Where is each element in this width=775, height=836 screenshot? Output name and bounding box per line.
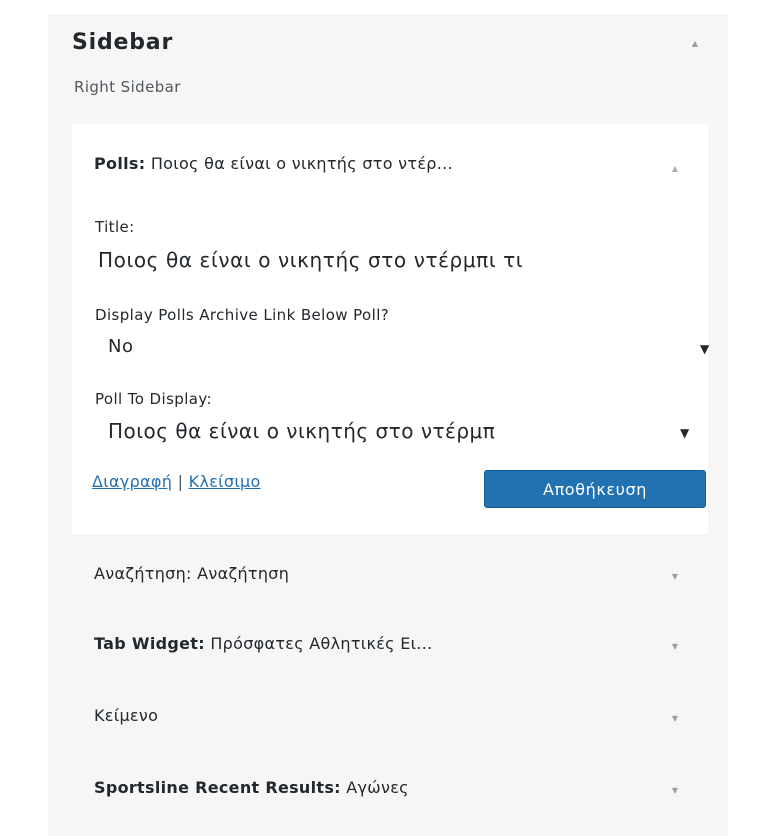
- widget-tab-name: Tab Widget:: [94, 634, 205, 653]
- widget-search-subtitle: Αναζήτηση: [197, 564, 290, 583]
- widget-polls: Polls: Ποιος θα είναι ο νικητής στο ντέρ…: [72, 124, 709, 534]
- widget-text[interactable]: Κείμενο ▼: [72, 686, 708, 744]
- dropdown-arrow-icon[interactable]: ▼: [680, 426, 689, 440]
- sidebar-title[interactable]: Sidebar: [72, 30, 173, 55]
- widget-polls-header[interactable]: Polls: Ποιος θα είναι ο νικητής στο ντέρ…: [94, 154, 453, 173]
- dropdown-arrow-icon[interactable]: ▼: [700, 342, 709, 356]
- widget-search-name: Αναζήτηση:: [94, 564, 192, 583]
- caret-up-icon[interactable]: ▲: [672, 164, 678, 173]
- widget-sportsline[interactable]: Sportsline Recent Results: Αγώνες ▼: [72, 758, 708, 816]
- widget-text-name: Κείμενο: [94, 706, 159, 725]
- caret-down-icon[interactable]: ▼: [672, 642, 678, 651]
- close-link[interactable]: Κλείσιμο: [189, 472, 261, 491]
- widget-tab-subtitle: Πρόσφατες Αθλητικές Ει...: [210, 634, 433, 653]
- widget-search[interactable]: Αναζήτηση: Αναζήτηση ▼: [72, 544, 708, 602]
- widget-sportsline-subtitle: Αγώνες: [346, 778, 409, 797]
- widget-actions: Διαγραφή | Κλείσιμο: [92, 472, 261, 491]
- widget-tab[interactable]: Tab Widget: Πρόσφατες Αθλητικές Ει... ▼: [72, 614, 708, 672]
- widget-sportsline-name: Sportsline Recent Results:: [94, 778, 341, 797]
- title-input[interactable]: Ποιος θα είναι ο νικητής στο ντέρμπι τι: [98, 248, 698, 272]
- page: Sidebar ▲ Right Sidebar Polls: Ποιος θα …: [0, 0, 775, 836]
- widget-polls-subtitle: Ποιος θα είναι ο νικητής στο ντέρ...: [150, 154, 453, 173]
- save-button[interactable]: Αποθήκευση: [484, 470, 706, 508]
- caret-down-icon[interactable]: ▼: [672, 572, 678, 581]
- poll-to-display-select[interactable]: Ποιος θα είναι ο νικητής στο ντέρμπ: [108, 419, 495, 443]
- widget-polls-name: Polls:: [94, 154, 146, 173]
- sidebar-panel: Sidebar ▲ Right Sidebar Polls: Ποιος θα …: [48, 14, 728, 836]
- title-label: Title:: [95, 218, 135, 236]
- caret-up-icon[interactable]: ▲: [692, 39, 698, 48]
- poll-to-display-label: Poll To Display:: [95, 390, 213, 408]
- delete-link[interactable]: Διαγραφή: [92, 472, 172, 491]
- archive-link-select[interactable]: No: [108, 336, 133, 357]
- separator: |: [177, 472, 184, 491]
- caret-down-icon[interactable]: ▼: [672, 786, 678, 795]
- archive-link-label: Display Polls Archive Link Below Poll?: [95, 306, 390, 324]
- caret-down-icon[interactable]: ▼: [672, 714, 678, 723]
- sidebar-description: Right Sidebar: [74, 78, 181, 96]
